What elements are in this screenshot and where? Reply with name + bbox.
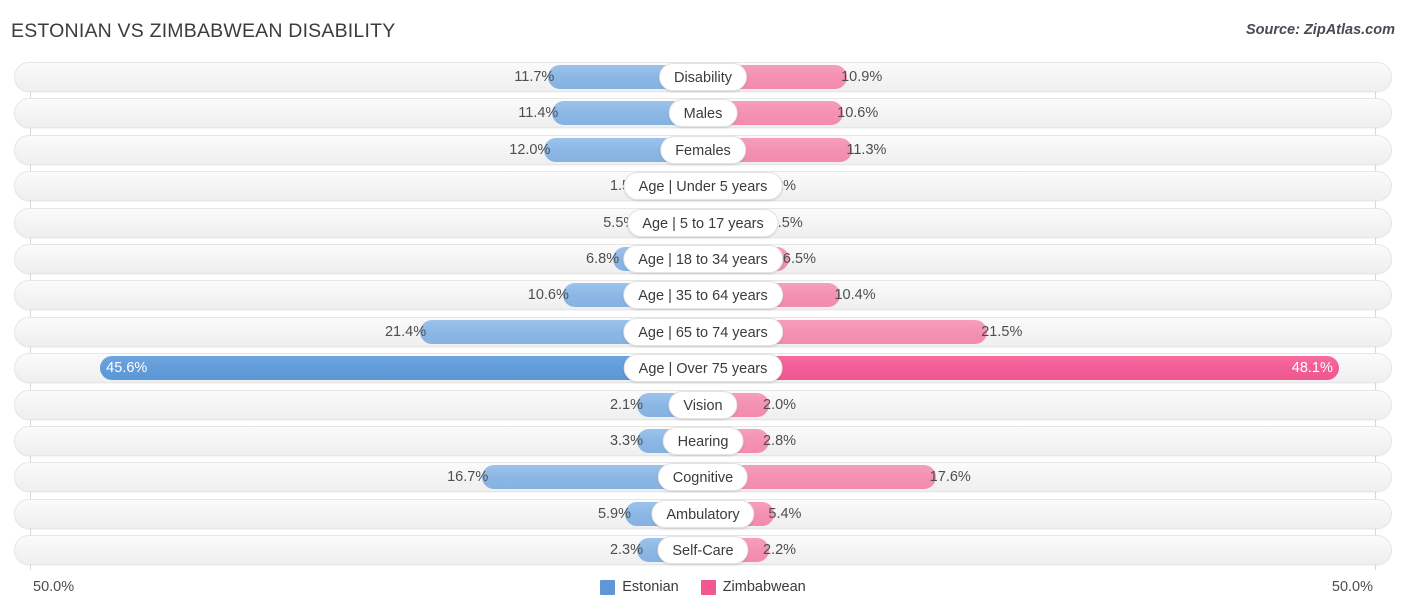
legend-label: Estonian [622, 579, 679, 595]
category-label: Females [660, 135, 746, 164]
value-label-zimbabwean: 6.5% [782, 250, 816, 267]
category-label: Age | 35 to 64 years [623, 281, 783, 310]
category-label: Age | Over 75 years [623, 354, 783, 383]
value-label-estonian: 3.3% [609, 432, 643, 449]
value-label-zimbabwean: 2.0% [763, 396, 797, 413]
chart-plot-area: 11.7% 10.9% Disability 11.4% 10.6% Males 12.0%… [0, 62, 1406, 570]
chart-row: 45.6% 48.1% Age | Over 75 years [0, 353, 1406, 384]
category-label: Ambulatory [651, 499, 755, 528]
chart-row: 1.5%1.2%Age | Under 5 years [0, 171, 1406, 202]
value-label-estonian: 10.6% [527, 287, 569, 304]
value-label-zimbabwean: 2.8% [763, 432, 797, 449]
chart-row: 12.0% 11.3% Females [0, 134, 1406, 165]
category-label: Cognitive [657, 463, 749, 492]
value-label-zimbabwean: 10.6% [837, 105, 879, 122]
chart-header: ESTONIAN VS ZIMBABWEAN DISABILITY Source… [0, 0, 1406, 60]
legend-label: Zimbabwean [722, 579, 806, 595]
category-label: Males [668, 99, 738, 128]
chart-row: 11.4% 10.6% Males [0, 98, 1406, 129]
value-label-zimbabwean: 21.5% [981, 323, 1023, 340]
chart-row: 3.3% 2.8% Hearing [0, 425, 1406, 456]
legend-swatch-icon [600, 579, 616, 595]
legend-item[interactable]: Zimbabwean [700, 579, 806, 595]
value-label-estonian: 11.7% [514, 69, 555, 85]
chart-row: 21.4% 21.5% Age | 65 to 74 years [0, 316, 1406, 347]
chart-legend: Estonian Zimbabwean [0, 579, 1406, 595]
category-label: Age | 65 to 74 years [623, 317, 783, 346]
chart-row: 10.6% 10.4% Age | 35 to 64 years [0, 280, 1406, 311]
value-label-estonian: 2.1% [609, 396, 643, 413]
value-label-estonian: 12.0% [509, 141, 551, 158]
category-label: Hearing [662, 426, 744, 455]
chart-row: 2.1% 2.0% Vision [0, 389, 1406, 420]
chart-row: 6.8% 6.5% Age | 18 to 34 years [0, 243, 1406, 274]
chart-row: 2.3% 2.2% Self-Care [0, 535, 1406, 566]
value-label-zimbabwean: 10.9% [841, 69, 883, 85]
chart-rows: 11.7% 10.9% Disability 11.4% 10.6% Males 12.0%… [0, 62, 1406, 571]
source-attribution: Source: ZipAtlas.com [1245, 22, 1395, 38]
chart-row: 16.7% 17.6% Cognitive [0, 462, 1406, 493]
value-label-zimbabwean: 10.4% [834, 287, 876, 304]
category-label: Age | 18 to 34 years [623, 244, 783, 273]
value-label-estonian: 2.3% [609, 542, 643, 559]
value-label-estonian: 6.8% [586, 250, 620, 267]
category-label: Vision [668, 390, 738, 419]
value-label-estonian: 5.9% [597, 505, 632, 522]
value-label-zimbabwean: 11.3% [846, 141, 887, 158]
value-label-zimbabwean: 5.5% [769, 214, 803, 231]
value-label-estonian: 11.4% [518, 105, 559, 122]
value-label-zimbabwean: 17.6% [929, 469, 971, 486]
value-label-estonian: 5.5% [603, 214, 637, 231]
category-label: Self-Care [657, 536, 749, 565]
category-label: Age | Under 5 years [623, 172, 783, 201]
legend-swatch-icon [700, 579, 716, 595]
value-label-zimbabwean: 5.4% [768, 505, 802, 522]
chart-row: 5.5% 5.5% Age | 5 to 17 years [0, 207, 1406, 238]
value-label-estonian: 21.4% [384, 323, 427, 340]
value-label-estonian: 16.7% [447, 469, 489, 486]
category-label: Disability [658, 63, 748, 91]
page-title: ESTONIAN VS ZIMBABWEAN DISABILITY [11, 20, 396, 42]
value-label-zimbabwean: 48.1% [1291, 360, 1333, 377]
chart-row: 11.7% 10.9% Disability [0, 62, 1406, 92]
value-label-zimbabwean: 2.2% [763, 542, 797, 559]
chart-row: 5.9% 5.4% Ambulatory [0, 498, 1406, 529]
legend-item[interactable]: Estonian [600, 579, 679, 595]
chart-footer: 50.0% 50.0% Estonian Zimbabwean [0, 572, 1406, 612]
category-label: Age | 5 to 17 years [627, 208, 779, 237]
